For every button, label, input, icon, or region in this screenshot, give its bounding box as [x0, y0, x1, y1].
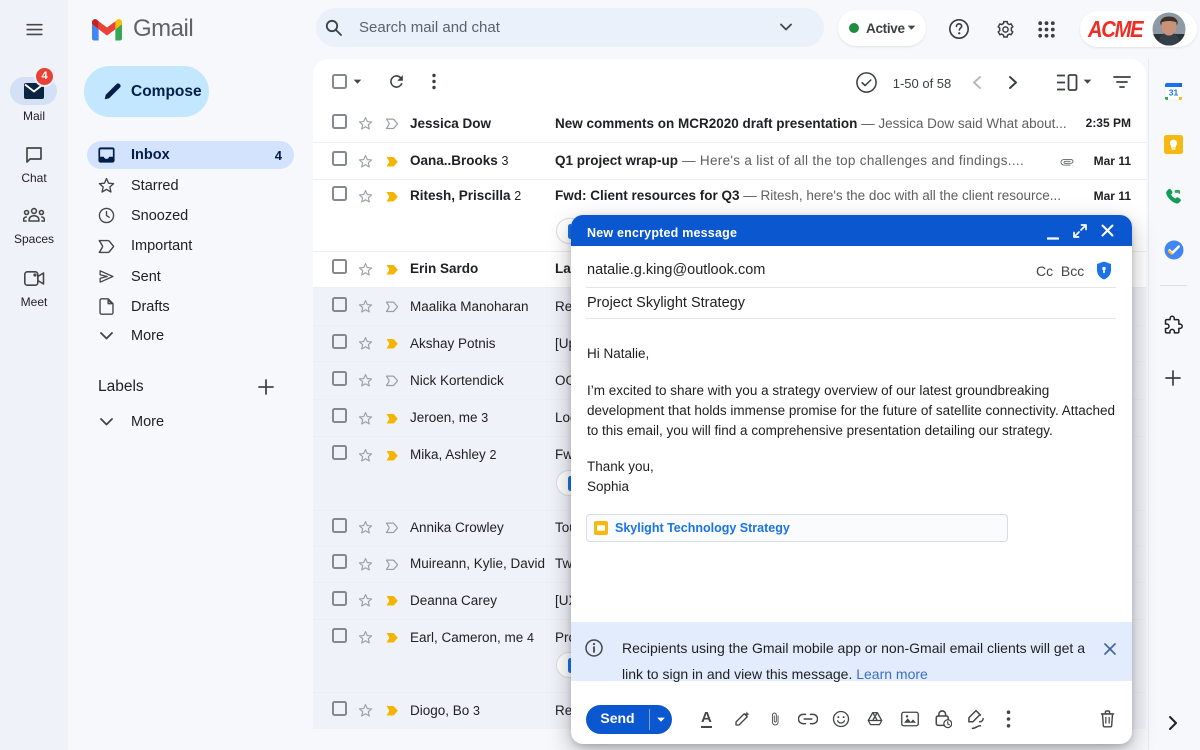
svg-text:31: 31 — [1169, 88, 1179, 98]
